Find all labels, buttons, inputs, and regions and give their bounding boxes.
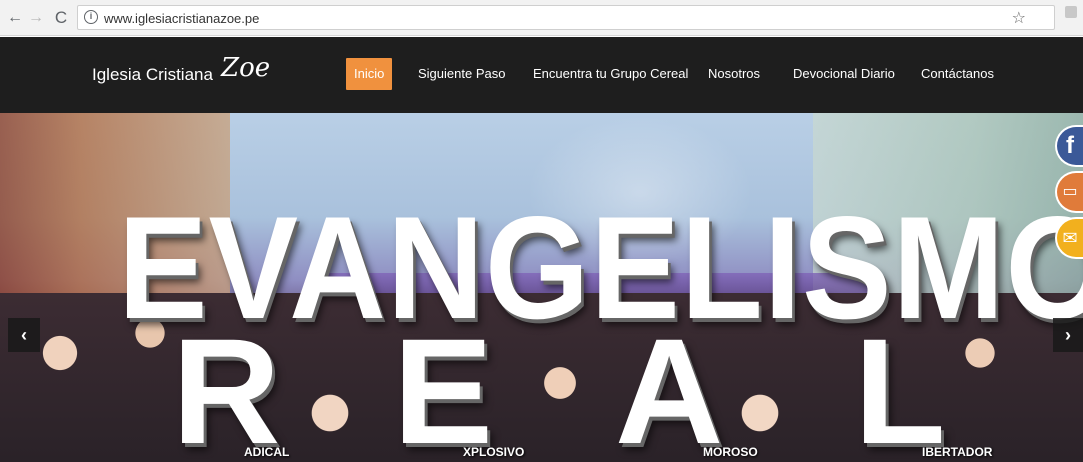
url-text[interactable]: www.iglesiacristianazoe.pe <box>104 11 259 26</box>
acronym-e: E XPLOSIVO <box>393 307 573 462</box>
menu-item-grupo-cereal[interactable]: Encuentra tu Grupo Cereal <box>525 58 696 90</box>
bookmark-star-icon[interactable]: ☆ <box>1012 8 1026 28</box>
back-arrow-icon[interactable]: ← <box>6 8 24 28</box>
forward-arrow-icon[interactable]: → <box>27 8 45 28</box>
acronym-letter: E <box>393 307 494 462</box>
site-logo[interactable]: Iglesia Cristiana Zoe <box>92 37 270 113</box>
extension-icon[interactable] <box>1065 6 1077 18</box>
logo-text[interactable]: Iglesia Cristiana <box>92 65 213 84</box>
logo-script[interactable]: Zoe <box>221 48 270 88</box>
acronym-a: A MOROSO <box>615 307 775 462</box>
menu-item-contactanos[interactable]: Contáctanos <box>913 58 1002 90</box>
browser-toolbar: ← → C i www.iglesiacristianazoe.pe ☆ <box>0 0 1083 36</box>
acronym-word: IBERTADOR <box>922 445 993 459</box>
acronym-word: XPLOSIVO <box>463 445 525 459</box>
acronym-letter: R <box>172 307 281 462</box>
acronym-word: ADICAL <box>244 445 290 459</box>
acronym-letter: L <box>854 307 946 462</box>
site-header: Iglesia Cristiana Zoe Inicio Siguiente P… <box>0 37 1083 113</box>
menu-item-nosotros[interactable]: Nosotros <box>700 58 768 90</box>
acronym-l: L IBERTADOR <box>854 307 1034 462</box>
acronym-r: R ADICAL <box>172 307 322 462</box>
menu-item-siguiente-paso[interactable]: Siguiente Paso <box>410 58 513 90</box>
reload-icon[interactable]: C <box>52 8 70 28</box>
address-bar[interactable]: i www.iglesiacristianazoe.pe ☆ <box>77 5 1055 30</box>
slider-prev-button[interactable]: ‹ <box>8 318 40 352</box>
slider-next-button[interactable]: › <box>1053 318 1083 352</box>
menu-item-devocional-diario[interactable]: Devocional Diario <box>785 58 903 90</box>
menu-item-inicio[interactable]: Inicio <box>346 58 393 90</box>
acronym-word: MOROSO <box>703 445 758 459</box>
hero-slider: EVANGELISMO R ADICAL E XPLOSIVO A MOROSO… <box>0 113 1083 462</box>
acronym-letter: A <box>615 307 724 462</box>
info-icon[interactable]: i <box>84 10 98 24</box>
